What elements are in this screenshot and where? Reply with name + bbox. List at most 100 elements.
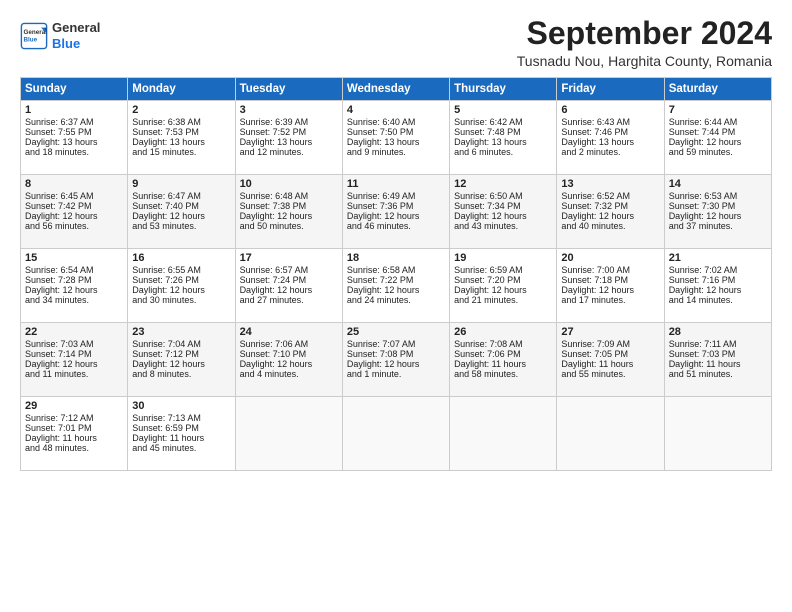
day-info-line: Sunset: 7:36 PM bbox=[347, 201, 445, 211]
day-info-line: and 30 minutes. bbox=[132, 295, 230, 305]
calendar-cell: 20Sunrise: 7:00 AMSunset: 7:18 PMDayligh… bbox=[557, 249, 664, 323]
calendar-cell: 17Sunrise: 6:57 AMSunset: 7:24 PMDayligh… bbox=[235, 249, 342, 323]
day-info-line: Sunrise: 7:04 AM bbox=[132, 339, 230, 349]
calendar-cell: 26Sunrise: 7:08 AMSunset: 7:06 PMDayligh… bbox=[450, 323, 557, 397]
calendar-cell: 1Sunrise: 6:37 AMSunset: 7:55 PMDaylight… bbox=[21, 101, 128, 175]
day-number: 30 bbox=[132, 400, 230, 412]
day-info-line: and 2 minutes. bbox=[561, 147, 659, 157]
day-info-line: and 11 minutes. bbox=[25, 369, 123, 379]
day-info-line: Sunrise: 6:37 AM bbox=[25, 117, 123, 127]
day-info-line: Sunset: 7:53 PM bbox=[132, 127, 230, 137]
day-info-line: Daylight: 12 hours bbox=[669, 137, 767, 147]
calendar-cell bbox=[450, 397, 557, 471]
day-info-line: Daylight: 12 hours bbox=[561, 211, 659, 221]
day-info-line: Daylight: 11 hours bbox=[561, 359, 659, 369]
day-number: 27 bbox=[561, 326, 659, 338]
weekday-header-thursday: Thursday bbox=[450, 78, 557, 101]
day-info-line: Daylight: 12 hours bbox=[347, 285, 445, 295]
day-number: 20 bbox=[561, 252, 659, 264]
day-info-line: Sunrise: 7:09 AM bbox=[561, 339, 659, 349]
month-title: September 2024 bbox=[517, 16, 772, 51]
calendar-cell bbox=[342, 397, 449, 471]
day-number: 15 bbox=[25, 252, 123, 264]
header: General Blue General Blue September 2024… bbox=[20, 16, 772, 69]
day-info-line: Sunrise: 7:03 AM bbox=[25, 339, 123, 349]
day-info-line: and 8 minutes. bbox=[132, 369, 230, 379]
day-info-line: and 46 minutes. bbox=[347, 221, 445, 231]
calendar-week-row: 22Sunrise: 7:03 AMSunset: 7:14 PMDayligh… bbox=[21, 323, 772, 397]
day-info-line: Sunset: 7:40 PM bbox=[132, 201, 230, 211]
day-number: 16 bbox=[132, 252, 230, 264]
day-info-line: Sunset: 7:14 PM bbox=[25, 349, 123, 359]
day-number: 7 bbox=[669, 104, 767, 116]
day-info-line: Daylight: 12 hours bbox=[347, 359, 445, 369]
day-number: 28 bbox=[669, 326, 767, 338]
day-info-line: Sunrise: 7:13 AM bbox=[132, 413, 230, 423]
day-number: 21 bbox=[669, 252, 767, 264]
day-info-line: Daylight: 12 hours bbox=[25, 211, 123, 221]
day-info-line: Daylight: 12 hours bbox=[240, 211, 338, 221]
calendar-cell: 5Sunrise: 6:42 AMSunset: 7:48 PMDaylight… bbox=[450, 101, 557, 175]
day-info-line: Sunset: 7:48 PM bbox=[454, 127, 552, 137]
calendar-cell: 15Sunrise: 6:54 AMSunset: 7:28 PMDayligh… bbox=[21, 249, 128, 323]
calendar-cell: 24Sunrise: 7:06 AMSunset: 7:10 PMDayligh… bbox=[235, 323, 342, 397]
weekday-header-monday: Monday bbox=[128, 78, 235, 101]
location-subtitle: Tusnadu Nou, Harghita County, Romania bbox=[517, 53, 772, 69]
day-info-line: Sunset: 7:38 PM bbox=[240, 201, 338, 211]
day-info-line: Sunset: 7:30 PM bbox=[669, 201, 767, 211]
day-number: 17 bbox=[240, 252, 338, 264]
day-info-line: Daylight: 12 hours bbox=[132, 211, 230, 221]
day-info-line: Sunset: 7:24 PM bbox=[240, 275, 338, 285]
day-info-line: Sunset: 7:20 PM bbox=[454, 275, 552, 285]
calendar-week-row: 8Sunrise: 6:45 AMSunset: 7:42 PMDaylight… bbox=[21, 175, 772, 249]
day-info-line: and 40 minutes. bbox=[561, 221, 659, 231]
day-info-line: Sunrise: 7:12 AM bbox=[25, 413, 123, 423]
day-info-line: Daylight: 13 hours bbox=[561, 137, 659, 147]
day-info-line: Sunset: 7:16 PM bbox=[669, 275, 767, 285]
day-info-line: Sunset: 7:42 PM bbox=[25, 201, 123, 211]
day-info-line: Sunrise: 6:43 AM bbox=[561, 117, 659, 127]
day-info-line: Daylight: 11 hours bbox=[25, 433, 123, 443]
calendar-cell: 11Sunrise: 6:49 AMSunset: 7:36 PMDayligh… bbox=[342, 175, 449, 249]
day-info-line: Sunrise: 6:54 AM bbox=[25, 265, 123, 275]
calendar-cell: 29Sunrise: 7:12 AMSunset: 7:01 PMDayligh… bbox=[21, 397, 128, 471]
calendar-cell: 22Sunrise: 7:03 AMSunset: 7:14 PMDayligh… bbox=[21, 323, 128, 397]
day-info-line: and 58 minutes. bbox=[454, 369, 552, 379]
day-info-line: Daylight: 12 hours bbox=[132, 359, 230, 369]
svg-text:Blue: Blue bbox=[24, 36, 38, 43]
day-info-line: Daylight: 12 hours bbox=[669, 211, 767, 221]
calendar-cell: 30Sunrise: 7:13 AMSunset: 6:59 PMDayligh… bbox=[128, 397, 235, 471]
day-info-line: and 53 minutes. bbox=[132, 221, 230, 231]
day-info-line: Daylight: 11 hours bbox=[669, 359, 767, 369]
logo: General Blue General Blue bbox=[20, 20, 100, 51]
day-number: 3 bbox=[240, 104, 338, 116]
day-info-line: Daylight: 13 hours bbox=[240, 137, 338, 147]
weekday-header-sunday: Sunday bbox=[21, 78, 128, 101]
calendar-cell bbox=[664, 397, 771, 471]
day-info-line: Sunrise: 6:42 AM bbox=[454, 117, 552, 127]
day-info-line: Sunrise: 6:59 AM bbox=[454, 265, 552, 275]
day-info-line: Daylight: 12 hours bbox=[347, 211, 445, 221]
day-info-line: Daylight: 13 hours bbox=[454, 137, 552, 147]
calendar-cell: 4Sunrise: 6:40 AMSunset: 7:50 PMDaylight… bbox=[342, 101, 449, 175]
day-info-line: Sunrise: 6:55 AM bbox=[132, 265, 230, 275]
day-info-line: and 45 minutes. bbox=[132, 443, 230, 453]
day-number: 13 bbox=[561, 178, 659, 190]
day-info-line: and 51 minutes. bbox=[669, 369, 767, 379]
day-info-line: and 4 minutes. bbox=[240, 369, 338, 379]
day-number: 23 bbox=[132, 326, 230, 338]
day-info-line: Sunset: 7:01 PM bbox=[25, 423, 123, 433]
weekday-header-row: SundayMondayTuesdayWednesdayThursdayFrid… bbox=[21, 78, 772, 101]
day-info-line: Sunrise: 6:39 AM bbox=[240, 117, 338, 127]
day-info-line: and 21 minutes. bbox=[454, 295, 552, 305]
calendar-cell: 14Sunrise: 6:53 AMSunset: 7:30 PMDayligh… bbox=[664, 175, 771, 249]
day-info-line: Daylight: 13 hours bbox=[25, 137, 123, 147]
calendar-cell: 3Sunrise: 6:39 AMSunset: 7:52 PMDaylight… bbox=[235, 101, 342, 175]
day-info-line: Sunset: 7:46 PM bbox=[561, 127, 659, 137]
day-info-line: Sunset: 7:06 PM bbox=[454, 349, 552, 359]
day-info-line: Sunrise: 6:58 AM bbox=[347, 265, 445, 275]
day-info-line: Daylight: 13 hours bbox=[347, 137, 445, 147]
day-info-line: and 55 minutes. bbox=[561, 369, 659, 379]
calendar-cell: 25Sunrise: 7:07 AMSunset: 7:08 PMDayligh… bbox=[342, 323, 449, 397]
day-info-line: and 14 minutes. bbox=[669, 295, 767, 305]
